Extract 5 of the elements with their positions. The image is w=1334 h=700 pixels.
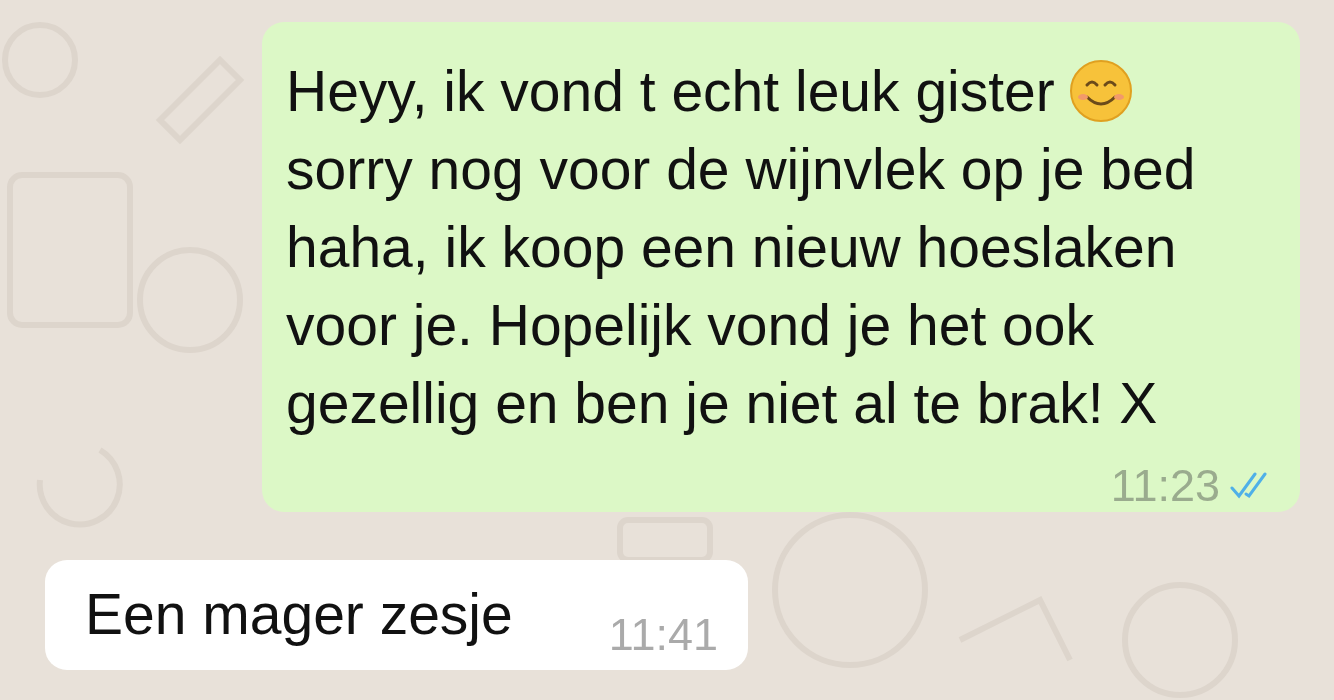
message-text: Een mager zesje [85, 581, 513, 649]
message-time: 11:41 [608, 608, 718, 663]
message-time: 11:23 [1110, 459, 1220, 513]
message-text: sorry nog voor de wijnvlek op je bed haha, ik koop een nieuw hoeslaken voor je. Hopelijk vond je het ook gezellig en ben je niet al te brak! X [286, 136, 1197, 437]
message-text: Heyy, ik vond t echt leuk gister [286, 58, 1055, 125]
